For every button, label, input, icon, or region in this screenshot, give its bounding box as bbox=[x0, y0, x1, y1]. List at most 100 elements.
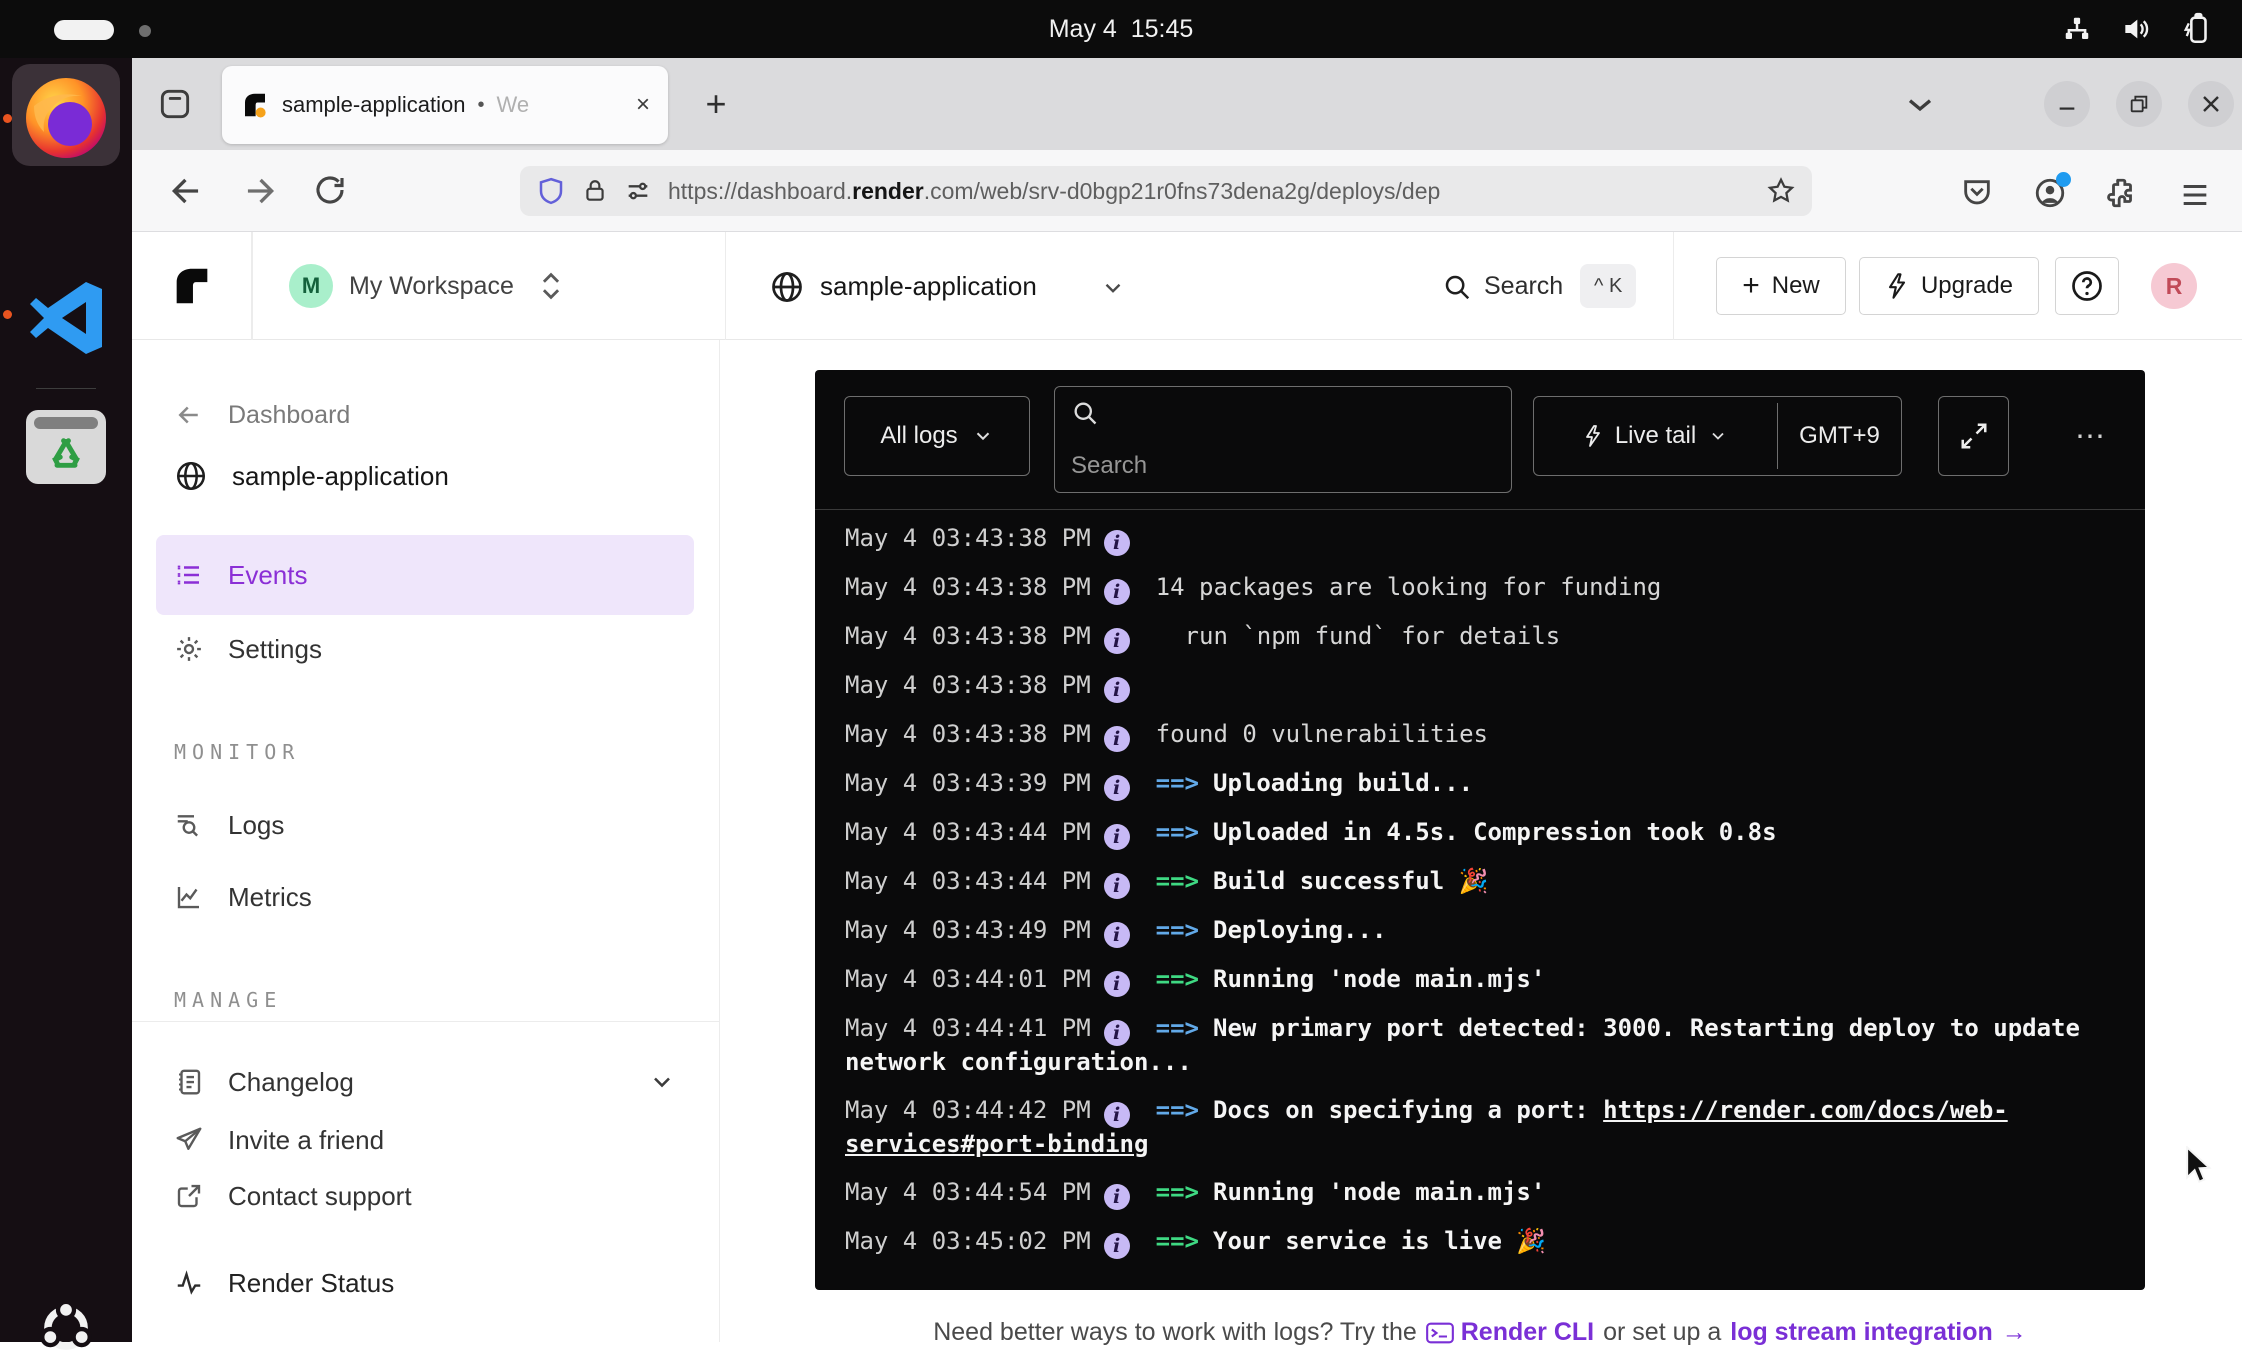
sidebar-item-metrics[interactable]: Metrics bbox=[132, 869, 719, 925]
log-stream-link[interactable]: log stream integration bbox=[1730, 1318, 1993, 1347]
bookmark-star-icon[interactable] bbox=[1766, 176, 1796, 206]
help-button[interactable] bbox=[2055, 257, 2119, 315]
info-icon[interactable]: i bbox=[1104, 1102, 1130, 1128]
sidebar-item-invite-friend[interactable]: Invite a friend bbox=[132, 1112, 719, 1168]
info-icon[interactable]: i bbox=[1104, 628, 1130, 654]
upgrade-button[interactable]: Upgrade bbox=[1859, 257, 2039, 315]
system-clock[interactable]: May 4 15:45 bbox=[0, 0, 2242, 58]
sidebar-item-logs[interactable]: Logs bbox=[132, 797, 719, 853]
question-circle-icon bbox=[2069, 268, 2105, 304]
firefox-view-icon[interactable] bbox=[152, 81, 198, 127]
log-toolbar: All logs Search Live tail GMT+9 bbox=[815, 370, 2145, 510]
workspace-switch-chevrons-icon[interactable] bbox=[536, 269, 566, 303]
battery-charging-icon[interactable] bbox=[2180, 12, 2214, 46]
info-icon[interactable]: i bbox=[1104, 530, 1130, 556]
workspace-name[interactable]: My Workspace bbox=[349, 232, 514, 340]
sidebar-back-dashboard[interactable]: Dashboard bbox=[132, 387, 719, 443]
sidebar-item-render-status[interactable]: Render Status bbox=[132, 1255, 719, 1311]
header-divider bbox=[252, 232, 253, 340]
trash-dock-icon[interactable] bbox=[26, 410, 106, 484]
info-icon[interactable]: i bbox=[1104, 579, 1130, 605]
log-body[interactable]: May 4 03:43:38 PMi May 4 03:43:38 PMi14 … bbox=[815, 510, 2145, 1290]
url-text[interactable]: https://dashboard.render.com/web/srv-d0b… bbox=[668, 178, 1750, 205]
log-message: Uploading build... bbox=[1213, 769, 1473, 797]
tab-list-chevron-icon[interactable] bbox=[1900, 84, 1940, 124]
shield-icon[interactable] bbox=[536, 176, 566, 206]
chevron-down-icon bbox=[972, 425, 994, 447]
changelog-chevron-down-icon[interactable] bbox=[648, 1068, 676, 1096]
render-cli-link[interactable]: Render CLI bbox=[1426, 1318, 1594, 1347]
header-divider bbox=[1673, 232, 1674, 340]
active-tab[interactable]: sample-application • We × bbox=[222, 66, 668, 144]
new-button[interactable]: + New bbox=[1716, 257, 1846, 315]
trash-lid bbox=[34, 417, 98, 429]
permissions-sliders-icon[interactable] bbox=[624, 177, 652, 205]
back-icon[interactable] bbox=[168, 172, 206, 210]
tab-favicon-render bbox=[240, 90, 270, 120]
sidebar-service-name[interactable]: sample-application bbox=[132, 448, 719, 504]
info-icon[interactable]: i bbox=[1104, 824, 1130, 850]
network-icon[interactable] bbox=[2062, 14, 2092, 44]
new-tab-button[interactable]: + bbox=[692, 80, 740, 128]
search-icon[interactable] bbox=[1442, 272, 1472, 302]
info-icon[interactable]: i bbox=[1104, 971, 1130, 997]
info-icon[interactable]: i bbox=[1104, 873, 1130, 899]
service-chevron-down-icon[interactable] bbox=[1100, 275, 1126, 301]
forward-icon[interactable] bbox=[240, 172, 278, 210]
tab-bar: sample-application • We × + bbox=[132, 58, 2242, 150]
log-timestamp: May 4 03:44:42 PM bbox=[845, 1096, 1091, 1124]
cli-terminal-icon bbox=[1426, 1322, 1454, 1344]
lightning-icon bbox=[1583, 423, 1603, 449]
globe-icon bbox=[769, 269, 805, 305]
log-message: run `npm fund` for details bbox=[1156, 622, 1561, 650]
lock-icon[interactable] bbox=[582, 178, 608, 204]
log-row: May 4 03:44:41 PMi==>New primary port de… bbox=[845, 1012, 2120, 1079]
url-bar[interactable]: https://dashboard.render.com/web/srv-d0b… bbox=[520, 166, 1812, 216]
info-icon[interactable]: i bbox=[1104, 726, 1130, 752]
info-icon[interactable]: i bbox=[1104, 1184, 1130, 1210]
log-overflow-menu[interactable]: ⋯ bbox=[2045, 396, 2135, 476]
pocket-icon[interactable] bbox=[1960, 176, 1994, 210]
logs-footer-note: Need better ways to work with logs? Try … bbox=[815, 1318, 2145, 1347]
info-icon[interactable]: i bbox=[1104, 775, 1130, 801]
reload-icon[interactable] bbox=[312, 172, 348, 208]
restore-button[interactable] bbox=[2116, 81, 2162, 127]
back-arrow-icon bbox=[174, 400, 204, 430]
account-icon[interactable] bbox=[2033, 176, 2067, 210]
info-icon[interactable]: i bbox=[1104, 677, 1130, 703]
sidebar-item-contact-support[interactable]: Contact support bbox=[132, 1168, 719, 1224]
timezone-button[interactable]: GMT+9 bbox=[1778, 397, 1901, 475]
log-filter-dropdown[interactable]: All logs bbox=[844, 396, 1030, 476]
info-icon[interactable]: i bbox=[1104, 922, 1130, 948]
info-icon[interactable]: i bbox=[1104, 1020, 1130, 1046]
firefox-dock-icon[interactable] bbox=[20, 72, 112, 164]
log-row: May 4 03:43:38 PMi bbox=[845, 669, 2120, 703]
search-placeholder: Search bbox=[1071, 452, 1495, 480]
service-selector[interactable]: sample-application bbox=[820, 232, 1037, 340]
extensions-puzzle-icon[interactable] bbox=[2105, 176, 2139, 210]
vscode-dock-icon[interactable] bbox=[24, 276, 108, 360]
external-link-icon bbox=[174, 1181, 204, 1211]
sidebar-item-settings[interactable]: Settings bbox=[132, 621, 719, 677]
live-tail-group: Live tail GMT+9 bbox=[1533, 396, 1902, 476]
expand-logs-button[interactable] bbox=[1938, 396, 2009, 476]
close-window-button[interactable] bbox=[2188, 81, 2234, 127]
info-icon[interactable]: i bbox=[1104, 1233, 1130, 1259]
log-row: May 4 03:43:44 PMi==>Uploaded in 4.5s. C… bbox=[845, 816, 2120, 850]
sidebar-item-changelog[interactable]: Changelog bbox=[132, 1054, 719, 1110]
sidebar-item-events[interactable]: Events bbox=[132, 547, 719, 603]
volume-icon[interactable] bbox=[2120, 13, 2152, 45]
live-tail-button[interactable]: Live tail bbox=[1534, 397, 1777, 475]
log-timestamp: May 4 03:44:01 PM bbox=[845, 965, 1091, 993]
log-timestamp: May 4 03:43:38 PM bbox=[845, 524, 1091, 552]
menu-hamburger-icon[interactable] bbox=[2178, 178, 2212, 212]
render-logo[interactable] bbox=[132, 232, 252, 340]
minimize-button[interactable] bbox=[2044, 81, 2090, 127]
expand-icon bbox=[1959, 421, 1989, 451]
user-avatar[interactable]: R bbox=[2151, 263, 2197, 309]
search-button[interactable]: Search bbox=[1484, 232, 1563, 340]
ubuntu-logo-icon[interactable] bbox=[34, 1296, 98, 1360]
log-search-input[interactable]: Search bbox=[1054, 386, 1512, 493]
workspace-avatar[interactable]: M bbox=[289, 264, 333, 308]
tab-close-icon[interactable]: × bbox=[636, 91, 650, 119]
